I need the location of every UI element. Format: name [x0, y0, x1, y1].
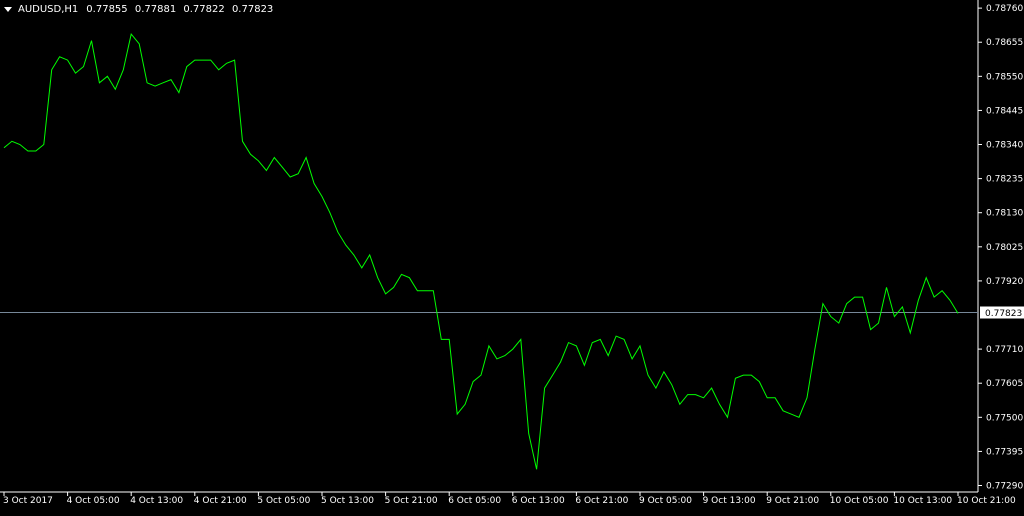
x-tick-label: 5 Oct 21:00	[385, 496, 438, 506]
x-tick-label: 9 Oct 21:00	[766, 496, 819, 506]
y-tick-label: 0.78235	[986, 175, 1023, 185]
x-tick-label: 5 Oct 13:00	[321, 496, 374, 506]
chart-background	[0, 0, 1024, 512]
low-value: 0.77822	[183, 4, 225, 15]
x-tick-label: 10 Oct 13:00	[893, 496, 952, 506]
symbol-label: AUDUSD,H1	[18, 4, 79, 15]
x-tick-label: 4 Oct 21:00	[194, 496, 247, 506]
x-tick-label: 9 Oct 13:00	[703, 496, 756, 506]
chart-header: AUDUSD,H1 0.77855 0.77881 0.77822 0.7782…	[4, 4, 277, 15]
current-price-text: 0.77823	[985, 309, 1022, 319]
y-tick-label: 0.77395	[986, 447, 1023, 457]
chart-window[interactable]: 0.78760 0.78655 0.78550 0.78445 0.78340 0.782…	[0, 0, 1024, 512]
y-tick-label: 0.77605	[986, 379, 1023, 389]
y-tick-label: 0.78130	[986, 209, 1023, 219]
x-tick-label: 3 Oct 2017	[3, 496, 53, 506]
y-tick-label: 0.78760	[986, 4, 1023, 14]
y-tick-label: 0.77290	[986, 482, 1023, 492]
price-chart[interactable]: 0.78760 0.78655 0.78550 0.78445 0.78340 0.782…	[0, 0, 1024, 512]
y-tick-label: 0.77710	[986, 345, 1023, 355]
x-tick-label: 6 Oct 21:00	[575, 496, 628, 506]
x-tick-label: 9 Oct 05:00	[639, 496, 692, 506]
y-tick-label: 0.77500	[986, 413, 1023, 423]
y-tick-label: 0.78025	[986, 243, 1023, 253]
current-price-label: 0.77823	[980, 306, 1024, 319]
x-tick-label: 6 Oct 05:00	[448, 496, 501, 506]
open-value: 0.77855	[86, 4, 128, 15]
x-tick-label: 5 Oct 05:00	[257, 496, 310, 506]
y-tick-label: 0.78550	[986, 72, 1023, 82]
x-tick-label: 4 Oct 13:00	[130, 496, 183, 506]
y-tick-label: 0.78655	[986, 38, 1023, 48]
y-tick-label: 0.78340	[986, 141, 1023, 151]
x-tick-label: 10 Oct 21:00	[957, 496, 1016, 506]
x-tick-label: 6 Oct 13:00	[512, 496, 565, 506]
y-tick-label: 0.78445	[986, 106, 1023, 116]
x-tick-label: 10 Oct 05:00	[830, 496, 889, 506]
close-value: 0.77823	[231, 4, 274, 15]
x-tick-label: 4 Oct 05:00	[67, 496, 120, 506]
high-value: 0.77881	[134, 4, 177, 15]
dropdown-triangle-icon[interactable]	[4, 7, 12, 12]
y-tick-label: 0.77920	[986, 277, 1023, 287]
ohlc-values: 0.77855 0.77881 0.77822 0.77823	[86, 4, 277, 15]
